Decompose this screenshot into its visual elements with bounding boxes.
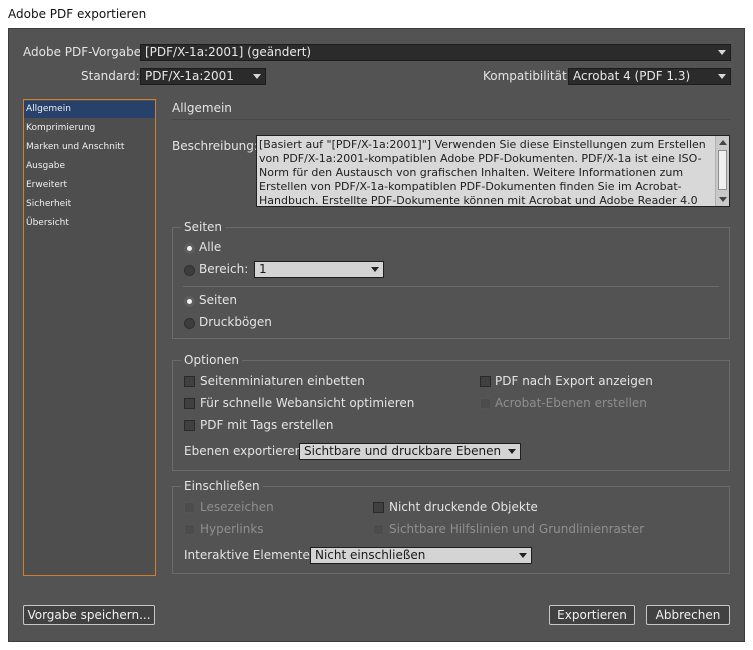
bookmarks-label: Lesezeichen <box>200 500 274 514</box>
compat-label: Kompatibilität: <box>483 69 571 83</box>
guides-label: Sichtbare Hilfslinien und Grundlinienras… <box>389 522 645 536</box>
export-button[interactable]: Exportieren <box>549 605 635 625</box>
description-label: Beschreibung: <box>172 139 258 153</box>
thumbs-checkbox[interactable] <box>184 376 195 387</box>
scroll-thumb[interactable] <box>718 150 727 190</box>
options-group: Optionen Seitenminiaturen einbetten Für … <box>172 353 730 471</box>
chevron-down-icon <box>515 548 531 563</box>
nonprinting-label: Nicht druckende Objekte <box>389 500 538 514</box>
description-content: [Basiert auf "[PDF/X-1a:2001]"] Verwende… <box>259 138 706 207</box>
bookmarks-checkbox <box>184 502 195 513</box>
fastweb-checkbox[interactable] <box>184 398 195 409</box>
spreads-label: Druckbögen <box>199 315 272 329</box>
compat-dropdown[interactable]: Acrobat 4 (PDF 1.3) <box>568 68 731 85</box>
options-title: Optionen <box>181 353 243 367</box>
include-title: Einschließen <box>181 479 263 493</box>
export-dialog: Adobe PDF-Vorgabe: [PDF/X-1a:2001] (geän… <box>8 28 745 642</box>
range-label: Bereich: <box>199 262 249 276</box>
thumbs-label: Seitenminiaturen einbetten <box>200 374 365 388</box>
acro-layers-checkbox <box>480 398 491 409</box>
sidebar: Allgemein Komprimierung Marken und Ansch… <box>23 99 156 576</box>
tagged-checkbox[interactable] <box>184 420 195 431</box>
compat-value: Acrobat 4 (PDF 1.3) <box>573 69 691 83</box>
title-bar: Adobe PDF exportieren <box>0 0 753 28</box>
radio-range[interactable] <box>184 265 195 276</box>
standard-label: Standard: <box>81 69 140 83</box>
section-divider <box>172 119 730 120</box>
hyperlinks-checkbox <box>184 524 195 535</box>
scroll-up-icon[interactable] <box>719 140 727 145</box>
description-scrollbar[interactable] <box>715 136 729 206</box>
save-preset-button[interactable]: Vorgabe speichern... <box>23 605 155 625</box>
pages-group: Seiten Alle Bereich: 1 Seiten Druckbögen <box>172 220 730 339</box>
view-after-label: PDF nach Export anzeigen <box>495 374 653 388</box>
acro-layers-label: Acrobat-Ebenen erstellen <box>495 396 647 410</box>
section-title: Allgemein <box>172 101 232 115</box>
radio-all[interactable] <box>184 243 195 254</box>
sidebar-item-uebersicht[interactable]: Übersicht <box>24 215 155 232</box>
hyperlinks-label: Hyperlinks <box>200 522 264 536</box>
interactive-value: Nicht einschließen <box>315 548 426 562</box>
all-label: Alle <box>199 240 222 254</box>
cancel-button[interactable]: Abbrechen <box>646 605 730 625</box>
radio-pages[interactable] <box>184 296 195 307</box>
layers-label: Ebenen exportieren: <box>184 444 307 458</box>
chevron-down-icon <box>714 45 730 60</box>
chevron-down-icon <box>249 69 265 84</box>
view-after-checkbox[interactable] <box>480 376 491 387</box>
standard-value: PDF/X-1a:2001 <box>145 69 234 83</box>
preset-label: Adobe PDF-Vorgabe: <box>23 45 146 59</box>
interactive-label: Interaktive Elemente: <box>184 548 314 562</box>
layers-dropdown[interactable]: Sichtbare und druckbare Ebenen <box>299 443 521 460</box>
guides-checkbox <box>373 524 384 535</box>
range-value: 1 <box>259 262 267 276</box>
sidebar-item-erweitert[interactable]: Erweitert <box>24 177 155 194</box>
pages-divider <box>183 286 719 287</box>
layers-value: Sichtbare und druckbare Ebenen <box>304 444 502 458</box>
standard-dropdown[interactable]: PDF/X-1a:2001 <box>140 68 266 85</box>
sidebar-item-ausgabe[interactable]: Ausgabe <box>24 158 155 175</box>
sidebar-item-allgemein[interactable]: Allgemein <box>24 101 155 118</box>
preset-value: [PDF/X-1a:2001] (geändert) <box>145 45 312 59</box>
nonprinting-checkbox[interactable] <box>373 502 384 513</box>
chevron-down-icon[interactable] <box>367 262 383 277</box>
pages-title: Seiten <box>181 220 226 234</box>
fastweb-label: Für schnelle Webansicht optimieren <box>200 396 415 410</box>
sidebar-item-komprimierung[interactable]: Komprimierung <box>24 120 155 137</box>
range-input[interactable]: 1 <box>254 261 384 278</box>
chevron-down-icon <box>504 444 520 459</box>
chevron-down-icon <box>714 69 730 84</box>
window-title: Adobe PDF exportieren <box>8 7 147 21</box>
include-group: Einschließen Lesezeichen Hyperlinks Nich… <box>172 479 730 574</box>
sidebar-item-marken[interactable]: Marken und Anschnitt <box>24 139 155 156</box>
pages-label: Seiten <box>199 293 238 307</box>
tagged-label: PDF mit Tags erstellen <box>200 418 334 432</box>
radio-spreads[interactable] <box>184 318 195 329</box>
interactive-dropdown[interactable]: Nicht einschließen <box>310 547 532 564</box>
description-text[interactable]: [Basiert auf "[PDF/X-1a:2001]"] Verwende… <box>256 135 730 207</box>
preset-dropdown[interactable]: [PDF/X-1a:2001] (geändert) <box>140 44 731 61</box>
sidebar-item-sicherheit[interactable]: Sicherheit <box>24 196 155 213</box>
scroll-down-icon[interactable] <box>719 197 727 202</box>
